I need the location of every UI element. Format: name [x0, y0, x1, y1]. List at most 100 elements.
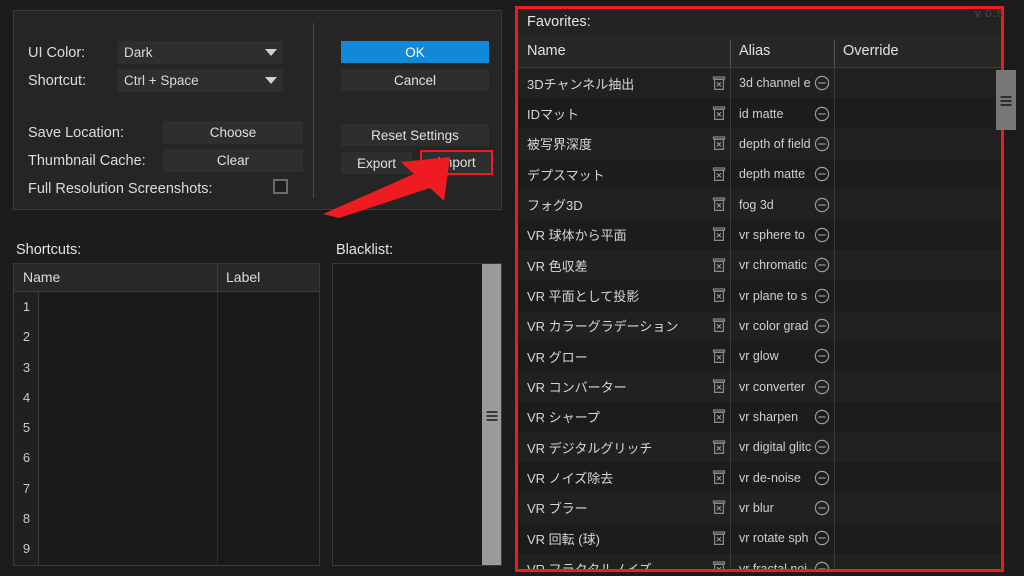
- chevron-down-icon: [265, 77, 277, 84]
- favorites-row[interactable]: フォグ3D fog 3d: [518, 189, 1001, 220]
- delete-icon[interactable]: [712, 318, 726, 333]
- favorites-row[interactable]: デプスマット depth matte: [518, 159, 1001, 190]
- favorites-row-alias: vr digital glitc: [739, 440, 812, 455]
- favorites-row-name: VR 球体から平面: [527, 228, 627, 244]
- delete-icon[interactable]: [712, 561, 726, 569]
- favorites-row[interactable]: 3Dチャンネル抽出 3d channel e: [518, 68, 1001, 99]
- delete-icon[interactable]: [712, 258, 726, 273]
- remove-circle-icon[interactable]: [814, 439, 830, 455]
- blacklist-scrollbar[interactable]: [482, 264, 501, 565]
- favorites-row-separator-1: [730, 462, 731, 493]
- favorites-row[interactable]: VR カラーグラデーション vr color grad: [518, 310, 1001, 342]
- scrollbar-grip-icon: [1000, 96, 1012, 106]
- favorites-row[interactable]: IDマット id matte: [518, 98, 1001, 129]
- shortcut-row[interactable]: 6: [14, 443, 319, 473]
- shortcut-row[interactable]: 1: [14, 292, 319, 322]
- favorites-row-name: VR デジタルグリッチ: [527, 440, 653, 456]
- favorites-row[interactable]: VR ノイズ除去 vr de-noise: [518, 462, 1001, 493]
- blacklist-box[interactable]: [332, 263, 502, 566]
- shortcut-row-number: 5: [22, 420, 31, 436]
- delete-icon[interactable]: [712, 500, 726, 515]
- delete-icon[interactable]: [712, 349, 726, 364]
- remove-circle-icon[interactable]: [814, 561, 830, 569]
- favorites-row-name: IDマット: [527, 107, 580, 123]
- favorites-row-separator-1: [730, 523, 731, 554]
- favorites-row[interactable]: VR フラクタルノイズ vr fractal noi: [518, 553, 1001, 569]
- shortcut-label: Shortcut:: [28, 73, 87, 89]
- favorites-row-name: VR ノイズ除去: [527, 471, 614, 487]
- remove-circle-icon[interactable]: [814, 106, 830, 122]
- clear-thumbnail-cache-button[interactable]: Clear: [163, 149, 303, 172]
- favorites-row[interactable]: VR シャープ vr sharpen: [518, 401, 1001, 433]
- shortcut-row[interactable]: 7: [14, 474, 319, 504]
- shortcuts-title: Shortcuts:: [16, 242, 82, 258]
- shortcut-row[interactable]: 5: [14, 413, 319, 443]
- remove-circle-icon[interactable]: [814, 318, 830, 334]
- version-label: v 0.5: [975, 8, 1004, 20]
- shortcut-row[interactable]: 2: [14, 322, 319, 352]
- remove-circle-icon[interactable]: [814, 257, 830, 273]
- favorites-row-separator-2: [834, 462, 835, 493]
- delete-icon[interactable]: [712, 531, 726, 546]
- favorites-row[interactable]: VR ブラー vr blur: [518, 492, 1001, 524]
- favorites-header-separator-2: [834, 40, 835, 67]
- ui-color-dropdown[interactable]: Dark: [118, 41, 283, 64]
- delete-icon[interactable]: [712, 197, 726, 212]
- delete-icon[interactable]: [712, 136, 726, 151]
- favorites-row[interactable]: VR グロー vr glow: [518, 341, 1001, 372]
- full-resolution-screenshots-checkbox[interactable]: [273, 179, 288, 194]
- remove-circle-icon[interactable]: [814, 166, 830, 182]
- remove-circle-icon[interactable]: [814, 288, 830, 304]
- favorites-row-alias: vr color grad: [739, 318, 809, 333]
- remove-circle-icon[interactable]: [814, 348, 830, 364]
- favorites-row[interactable]: 被写界深度 depth of field: [518, 128, 1001, 160]
- remove-circle-icon[interactable]: [814, 500, 830, 516]
- favorites-row-separator-1: [730, 401, 731, 433]
- delete-icon[interactable]: [712, 106, 726, 121]
- remove-circle-icon[interactable]: [814, 379, 830, 395]
- favorites-row[interactable]: VR 平面として投影 vr plane to s: [518, 280, 1001, 311]
- shortcut-row[interactable]: 8: [14, 504, 319, 534]
- delete-icon[interactable]: [712, 379, 726, 394]
- export-button[interactable]: Export: [341, 152, 412, 174]
- delete-icon[interactable]: [712, 167, 726, 182]
- delete-icon[interactable]: [712, 227, 726, 242]
- delete-icon[interactable]: [712, 409, 726, 424]
- favorites-row-name: VR カラーグラデーション: [527, 319, 679, 335]
- delete-icon[interactable]: [712, 288, 726, 303]
- favorites-row[interactable]: VR 回転 (球) vr rotate sph: [518, 523, 1001, 554]
- reset-settings-button[interactable]: Reset Settings: [341, 124, 489, 146]
- favorites-col-alias: Alias: [739, 43, 771, 59]
- shortcut-row[interactable]: 9: [14, 534, 319, 564]
- delete-icon[interactable]: [712, 470, 726, 485]
- favorites-scrollbar[interactable]: [996, 70, 1016, 130]
- remove-circle-icon[interactable]: [814, 227, 830, 243]
- favorites-row-separator-1: [730, 159, 731, 190]
- remove-circle-icon[interactable]: [814, 136, 830, 152]
- shortcut-row[interactable]: 4: [14, 383, 319, 413]
- favorites-row-separator-1: [730, 553, 731, 569]
- favorites-row[interactable]: VR 色収差 vr chromatic: [518, 250, 1001, 281]
- delete-icon[interactable]: [712, 440, 726, 455]
- ok-button[interactable]: OK: [341, 41, 489, 63]
- remove-circle-icon[interactable]: [814, 470, 830, 486]
- favorites-row-separator-1: [730, 432, 731, 463]
- favorites-col-name: Name: [527, 43, 566, 59]
- delete-icon[interactable]: [712, 76, 726, 91]
- remove-circle-icon[interactable]: [814, 197, 830, 213]
- remove-circle-icon[interactable]: [814, 530, 830, 546]
- cancel-button[interactable]: Cancel: [341, 69, 489, 91]
- favorites-row[interactable]: VR デジタルグリッチ vr digital glitc: [518, 432, 1001, 463]
- remove-circle-icon[interactable]: [814, 75, 830, 91]
- remove-circle-icon[interactable]: [814, 409, 830, 425]
- shortcuts-column-separator: [217, 264, 218, 291]
- favorites-row-separator-2: [834, 310, 835, 342]
- shortcut-dropdown[interactable]: Ctrl + Space: [118, 69, 283, 92]
- shortcut-row[interactable]: 3: [14, 353, 319, 383]
- full-resolution-screenshots-label: Full Resolution Screenshots:: [28, 181, 213, 197]
- favorites-row[interactable]: VR コンバーター vr converter: [518, 371, 1001, 402]
- choose-save-location-button[interactable]: Choose: [163, 121, 303, 144]
- favorites-row[interactable]: VR 球体から平面 vr sphere to: [518, 219, 1001, 251]
- import-button[interactable]: Import: [420, 150, 493, 175]
- favorites-row-separator-1: [730, 98, 731, 129]
